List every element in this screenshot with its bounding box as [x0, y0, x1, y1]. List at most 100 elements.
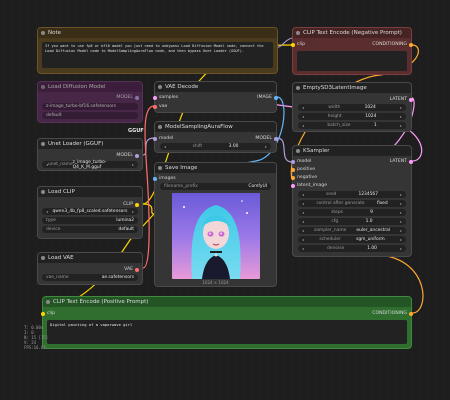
collapse-dot-icon[interactable]	[296, 149, 300, 153]
note-header[interactable]: Note	[38, 28, 277, 38]
negative-input-socket[interactable]	[291, 175, 295, 180]
widget-value: ComfyUI	[248, 184, 267, 189]
model-output-socket[interactable]	[274, 136, 278, 141]
clip-input-socket[interactable]	[291, 42, 295, 47]
unet-loader-gguf-node[interactable]: Unet Loader (GGUF) MODEL ◂ unet_name z_i…	[37, 138, 143, 171]
node-title: KSampler	[303, 148, 330, 154]
collapse-dot-icon[interactable]	[41, 142, 45, 146]
clip-output-socket[interactable]	[135, 202, 139, 207]
model-output-socket[interactable]	[135, 153, 139, 158]
collapse-dot-icon[interactable]	[41, 31, 45, 35]
arrow-left-icon[interactable]: ◂	[302, 237, 304, 242]
widget-value: 9	[370, 210, 373, 215]
arrow-left-icon[interactable]: ◂	[302, 210, 304, 215]
arrow-right-icon[interactable]: ▸	[265, 144, 267, 149]
arrow-left-icon[interactable]: ◂	[302, 192, 304, 197]
clip-device-widget[interactable]: device default	[42, 226, 138, 233]
collapse-dot-icon[interactable]	[41, 256, 45, 260]
latent-output-socket[interactable]	[409, 97, 413, 102]
conditioning-output-socket[interactable]	[409, 311, 413, 316]
arrow-right-icon[interactable]: ▸	[400, 114, 402, 119]
vae-name-widget[interactable]: vae_name ae.safetensors	[42, 274, 138, 281]
height-widget[interactable]: ◂ height 1024 ▸	[298, 113, 406, 120]
save-image-node[interactable]: Save Image images filename_prefix ComfyU…	[153, 162, 277, 287]
generated-image-preview[interactable]	[172, 193, 260, 279]
arrow-right-icon[interactable]: ▸	[400, 219, 402, 224]
positive-input-socket[interactable]	[291, 167, 295, 172]
ksampler-node[interactable]: KSampler LATENT model positive negative …	[291, 145, 413, 257]
unet-name-widget[interactable]: ◂ unet_name z_image_turbo-Q4_K_M.gguf ▸	[42, 159, 138, 170]
model-output-socket[interactable]	[135, 95, 139, 100]
collapse-dot-icon[interactable]	[158, 125, 162, 129]
arrow-left-icon[interactable]: ◂	[302, 228, 304, 233]
note-node[interactable]: Note If you want to use fp8 or bf16 mode…	[37, 27, 278, 74]
vae-output-socket[interactable]	[135, 267, 139, 272]
arrow-left-icon[interactable]: ◂	[302, 219, 304, 224]
latent-output-socket[interactable]	[409, 159, 413, 164]
arrow-right-icon[interactable]: ▸	[400, 201, 402, 206]
arrow-right-icon[interactable]: ▸	[400, 246, 402, 251]
widget-value: z-image_turbo-bf16.safetensors	[46, 104, 117, 109]
collapse-dot-icon[interactable]	[41, 85, 45, 89]
load-clip-node[interactable]: Load CLIP CLIP ◂ qwen3_4b_fp8_scaled.saf…	[37, 186, 143, 239]
model-input-socket[interactable]	[153, 136, 157, 141]
vae-decode-node[interactable]: VAE Decode samples vae IMAGE	[153, 81, 278, 113]
arrow-left-icon[interactable]: ◂	[302, 105, 304, 110]
arrow-right-icon[interactable]: ▸	[400, 192, 402, 197]
denoise-widget[interactable]: ◂ denoise 1.00 ▸	[298, 245, 406, 252]
positive-prompt-textarea[interactable]: Digital painting of a vaporwave girl	[47, 320, 407, 344]
arrow-left-icon[interactable]: ◂	[164, 144, 166, 149]
arrow-right-icon[interactable]: ▸	[400, 123, 402, 128]
unet-name-widget[interactable]: z-image_turbo-bf16.safetensors	[42, 103, 138, 110]
latent-image-input-socket[interactable]	[291, 183, 295, 188]
arrow-right-icon[interactable]: ▸	[132, 162, 134, 167]
width-widget[interactable]: ◂ width 1024 ▸	[298, 104, 406, 111]
conditioning-output-socket[interactable]	[409, 42, 413, 47]
clip-name-widget[interactable]: ◂ qwen3_4b_fp8_scaled.safetensors ▸	[42, 208, 138, 215]
empty-sd3-latent-image-node[interactable]: EmptySD3LatentImage LATENT ◂ width 1024 …	[292, 82, 413, 132]
arrow-left-icon[interactable]: ◂	[302, 246, 304, 251]
arrow-right-icon[interactable]: ▸	[400, 237, 402, 242]
arrow-left-icon[interactable]: ◂	[302, 201, 304, 206]
arrow-left-icon[interactable]: ◂	[302, 114, 304, 119]
control-after-generate-widget[interactable]: ◂ control after generate fixed ▸	[298, 200, 406, 207]
model-sampling-auraflow-node[interactable]: ModelSamplingAuraFlow model MODEL ◂ shif…	[153, 121, 278, 153]
shift-widget[interactable]: ◂ shift 3.00 ▸	[160, 143, 271, 150]
arrow-right-icon[interactable]: ▸	[400, 210, 402, 215]
note-text-area[interactable]: If you want to use fp8 or bf16 model you…	[42, 42, 273, 68]
clip-type-widget[interactable]: type lumina2	[42, 217, 138, 224]
clip-text-encode-positive-node[interactable]: CLIP Text Encode (Positive Prompt) clip …	[41, 296, 413, 349]
load-vae-node[interactable]: Load VAE VAE vae_name ae.safetensors	[37, 252, 143, 285]
collapse-dot-icon[interactable]	[46, 300, 50, 304]
samples-input-socket[interactable]	[153, 95, 157, 100]
batch-size-widget[interactable]: ◂ batch_size 1 ▸	[298, 122, 406, 129]
filename-prefix-widget[interactable]: filename_prefix ComfyUI	[160, 183, 271, 190]
scheduler-widget[interactable]: ◂ scheduler sgm_uniform ▸	[298, 236, 406, 243]
collapse-dot-icon[interactable]	[296, 86, 300, 90]
model-input-socket[interactable]	[291, 159, 295, 164]
arrow-right-icon[interactable]: ▸	[132, 209, 134, 214]
clip-input-socket[interactable]	[41, 311, 45, 316]
seed-widget[interactable]: ◂ seed 1234567 ▸	[298, 191, 406, 198]
widget-value: z_image_turbo-Q4_K_M.gguf	[72, 159, 107, 170]
arrow-right-icon[interactable]: ▸	[400, 105, 402, 110]
cfg-widget[interactable]: ◂ cfg 1.0 ▸	[298, 218, 406, 225]
vae-input-socket[interactable]	[153, 104, 157, 109]
node-title: ModelSamplingAuraFlow	[165, 124, 233, 130]
arrow-left-icon[interactable]: ◂	[46, 209, 48, 214]
clip-text-encode-negative-node[interactable]: CLIP Text Encode (Negative Prompt) clip …	[291, 27, 413, 75]
images-input-socket[interactable]	[153, 176, 157, 181]
negative-prompt-textarea[interactable]	[297, 51, 407, 71]
collapse-dot-icon[interactable]	[158, 166, 162, 170]
image-output-socket[interactable]	[274, 95, 278, 100]
input-label: samples	[159, 95, 179, 100]
collapse-dot-icon[interactable]	[41, 190, 45, 194]
arrow-right-icon[interactable]: ▸	[400, 228, 402, 233]
steps-widget[interactable]: ◂ steps 9 ▸	[298, 209, 406, 216]
weight-dtype-widget[interactable]: default	[42, 112, 138, 119]
arrow-left-icon[interactable]: ◂	[302, 123, 304, 128]
load-diffusion-model-node[interactable]: Load Diffusion Model MODEL z-image_turbo…	[37, 81, 143, 123]
collapse-dot-icon[interactable]	[158, 85, 162, 89]
collapse-dot-icon[interactable]	[296, 31, 300, 35]
sampler-name-widget[interactable]: ◂ sampler_name euler_ancestral ▸	[298, 227, 406, 234]
